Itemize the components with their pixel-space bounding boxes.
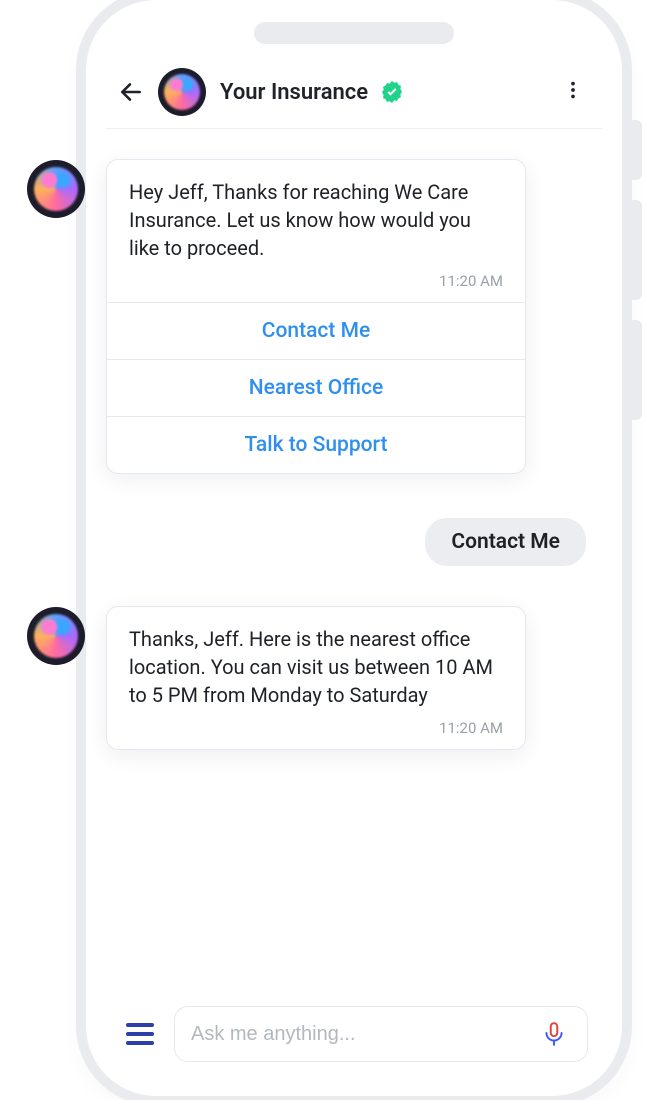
quick-reply-option[interactable]: Talk to Support bbox=[107, 416, 525, 473]
bot-message-text: Hey Jeff, Thanks for reaching We Care In… bbox=[107, 160, 525, 272]
bot-bubble-avatar bbox=[27, 607, 85, 665]
composer-input-wrap bbox=[174, 1006, 588, 1062]
phone-side-button bbox=[628, 200, 642, 300]
bot-message-text: Thanks, Jeff. Here is the nearest office… bbox=[107, 607, 525, 719]
user-message-bubble: Contact Me bbox=[425, 518, 586, 566]
chat-header: Your Insurance bbox=[106, 60, 602, 129]
chat-title: Your Insurance bbox=[220, 80, 368, 105]
message-stream: Hey Jeff, Thanks for reaching We Care In… bbox=[106, 129, 602, 996]
message-timestamp: 11:20 AM bbox=[107, 719, 525, 749]
bot-message-card: Thanks, Jeff. Here is the nearest office… bbox=[106, 606, 526, 750]
more-vertical-icon bbox=[562, 79, 584, 101]
arrow-left-icon bbox=[118, 79, 144, 105]
chat-pane: Your Insurance Hey Jeff, Thanks for reac… bbox=[106, 60, 602, 1076]
bot-avatar[interactable] bbox=[158, 68, 206, 116]
quick-reply-option[interactable]: Nearest Office bbox=[107, 359, 525, 416]
mic-button[interactable] bbox=[537, 1017, 571, 1051]
message-timestamp: 11:20 AM bbox=[107, 272, 525, 302]
more-button[interactable] bbox=[556, 73, 590, 111]
phone-frame: Your Insurance Hey Jeff, Thanks for reac… bbox=[86, 0, 622, 1096]
composer-input[interactable] bbox=[191, 1023, 537, 1046]
menu-icon bbox=[126, 1023, 154, 1045]
verified-badge-icon bbox=[380, 80, 404, 104]
mic-icon bbox=[541, 1021, 567, 1047]
phone-side-button bbox=[628, 120, 642, 180]
bot-message-card: Hey Jeff, Thanks for reaching We Care In… bbox=[106, 159, 526, 474]
bot-bubble-avatar bbox=[27, 160, 85, 218]
back-button[interactable] bbox=[118, 79, 144, 105]
phone-notch bbox=[254, 22, 454, 44]
composer bbox=[106, 996, 602, 1076]
quick-reply-option[interactable]: Contact Me bbox=[107, 302, 525, 359]
phone-side-button bbox=[628, 320, 642, 420]
menu-button[interactable] bbox=[120, 1017, 160, 1051]
